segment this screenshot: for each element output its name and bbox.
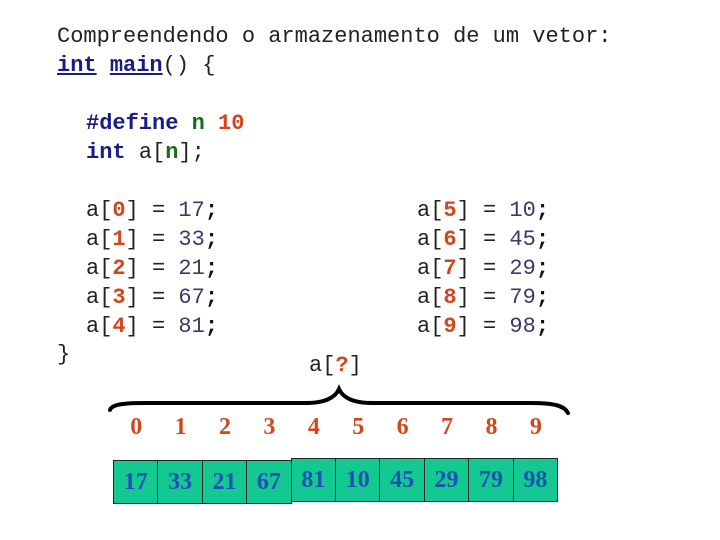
array-cell: 67 <box>246 460 292 504</box>
index-label: 3 <box>263 414 276 440</box>
array-cell: 98 <box>512 458 559 502</box>
index-label: 5 <box>352 414 365 440</box>
array-cell: 45 <box>379 458 425 502</box>
array-cell: 29 <box>423 458 470 502</box>
array-cell: 33 <box>157 460 203 504</box>
array-cell: 17 <box>113 460 159 504</box>
index-label: 7 <box>441 414 454 440</box>
array-cells: 17 33 21 67 81 10 45 29 79 98 <box>113 458 559 504</box>
index-label: 6 <box>396 414 409 440</box>
index-label: 9 <box>529 414 542 440</box>
index-label: 4 <box>307 414 320 440</box>
array-cell: 10 <box>335 458 381 502</box>
index-label: 8 <box>485 414 498 440</box>
curly-brace-path <box>108 384 570 415</box>
array-cell: 21 <box>201 460 248 504</box>
array-cell: 79 <box>468 458 514 502</box>
index-labels: 0 1 2 3 4 5 6 7 8 9 <box>114 414 558 450</box>
index-label: 1 <box>174 414 187 440</box>
index-label: 0 <box>130 414 143 440</box>
index-label: 2 <box>219 414 232 440</box>
array-cell: 81 <box>290 458 337 502</box>
